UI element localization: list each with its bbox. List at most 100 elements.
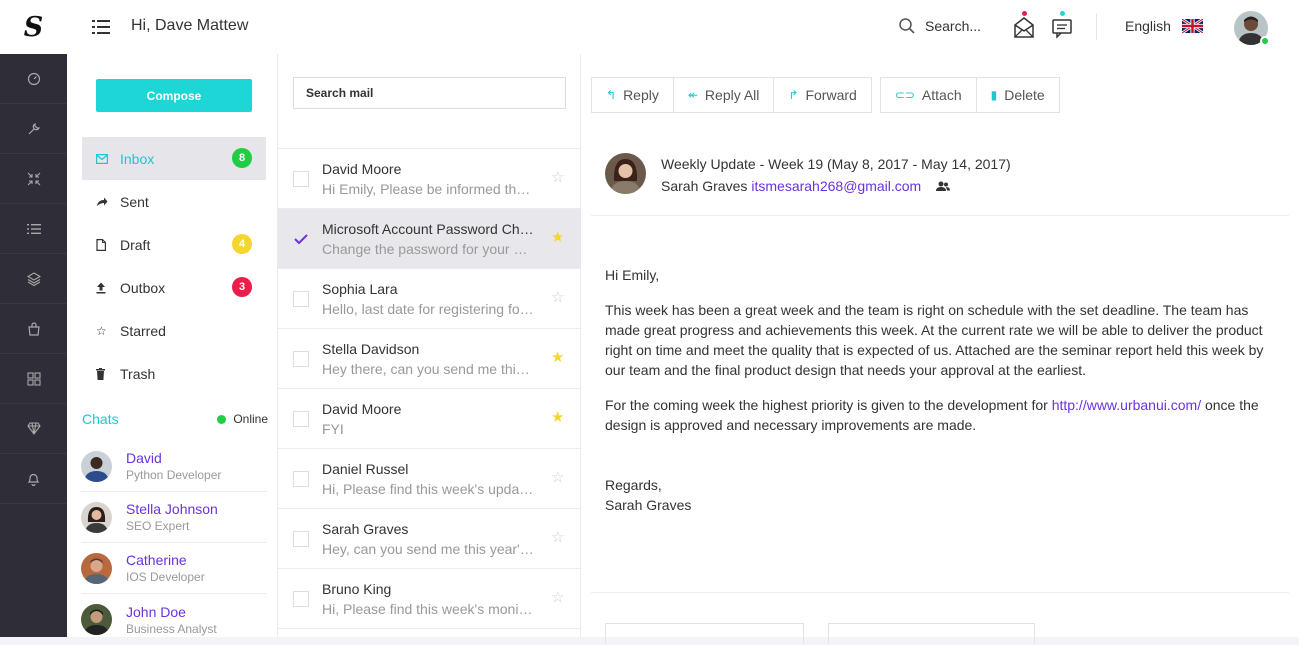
folder-starred[interactable]: ☆ Starred — [82, 309, 266, 352]
search-mail-input[interactable] — [293, 77, 566, 109]
message-preview: Hi, Please find this week's monitoring r… — [322, 601, 534, 617]
contacts-icon[interactable] — [935, 181, 951, 192]
grid-icon[interactable] — [0, 354, 67, 404]
bag-icon[interactable] — [0, 304, 67, 354]
star-filled-icon[interactable]: ★ — [551, 350, 564, 365]
header-search[interactable]: Search... — [898, 17, 981, 35]
forward-button[interactable]: ↱ Forward — [774, 78, 871, 112]
contact-avatar — [81, 552, 112, 584]
trash-icon — [96, 367, 108, 380]
message-row[interactable]: Stella Davidson Hey there, can you send m… — [278, 329, 581, 389]
layers-icon[interactable] — [0, 254, 67, 304]
message-row[interactable]: Daniel Russel Hi, Please find this week's… — [278, 449, 581, 509]
user-avatar[interactable] — [1234, 11, 1270, 46]
trash-icon: ▮ — [990, 88, 998, 102]
message-toolbar: ↰ Reply ↞ Reply All ↱ Forward ⊂⊃ Attach ▮ Del… — [591, 77, 1060, 113]
message-from: David Moore — [322, 161, 402, 177]
message-row[interactable]: David Moore Hi Emily, Please be informed … — [278, 149, 581, 209]
header-divider — [591, 215, 1289, 216]
greeting: Hi, Dave Mattew — [131, 17, 249, 34]
folder-draft[interactable]: Draft 4 — [82, 223, 266, 266]
folder-label: Starred — [120, 322, 166, 339]
message-row[interactable]: Microsoft Account Password Change Change … — [278, 209, 581, 269]
forward-icon: ↱ — [788, 88, 799, 102]
message-row[interactable]: Bruno King Hi, Please find this week's mo… — [278, 569, 581, 629]
chat-contact[interactable]: John Doe Business Analyst — [81, 594, 267, 645]
outbox-badge: 3 — [232, 277, 252, 297]
online-indicator — [1260, 36, 1270, 46]
message-row[interactable]: Sarah Graves Hey, can you send me this ye… — [278, 509, 581, 569]
menu-icon[interactable] — [91, 17, 111, 37]
folder-outbox[interactable]: Outbox 3 — [82, 266, 266, 309]
chats-title: Chats — [82, 411, 119, 427]
reply-group: ↰ Reply ↞ Reply All ↱ Forward — [591, 77, 872, 113]
body-paragraph: For the coming week the highest priority… — [605, 397, 1259, 433]
attach-button[interactable]: ⊂⊃ Attach — [880, 78, 977, 112]
attachment-card[interactable] — [605, 623, 804, 643]
star-icon[interactable]: ☆ — [551, 170, 564, 185]
checkbox[interactable] — [293, 171, 309, 187]
attachment-card[interactable] — [828, 623, 1035, 643]
checkbox[interactable] — [293, 471, 309, 487]
folder-sent[interactable]: Sent — [82, 180, 266, 223]
chats-header: Chats Online — [82, 411, 268, 427]
message-preview: Change the password for your Microsoft a… — [322, 241, 534, 257]
checkbox[interactable] — [293, 291, 309, 307]
delete-button[interactable]: ▮ Delete — [976, 78, 1059, 112]
unread-badge: 8 — [232, 148, 252, 168]
mail-notification-icon[interactable] — [1012, 11, 1036, 40]
sender-email-link[interactable]: itsmesarah268@gmail.com — [751, 178, 921, 194]
dashboard-icon[interactable] — [0, 54, 67, 104]
folder-label: Outbox — [120, 279, 166, 296]
reply-button[interactable]: ↰ Reply — [592, 78, 674, 112]
chat-contact[interactable]: Stella Johnson SEO Expert — [81, 492, 267, 543]
diamond-icon[interactable] — [0, 404, 67, 454]
wrench-icon[interactable] — [0, 104, 67, 154]
folder-label: Trash — [120, 365, 156, 382]
language-label: English — [1125, 18, 1171, 34]
message-preview: Hi, Please find this week's update repor… — [322, 481, 534, 497]
message-row[interactable]: David Moore FYI ★ — [278, 389, 581, 449]
star-icon[interactable]: ☆ — [551, 290, 564, 305]
folder-inbox[interactable]: Inbox 8 — [82, 137, 266, 180]
star-icon[interactable]: ☆ — [551, 590, 564, 605]
checkbox[interactable] — [293, 411, 309, 427]
action-group: ⊂⊃ Attach ▮ Delete — [879, 77, 1060, 113]
body-link[interactable]: http://www.urbanui.com/ — [1052, 397, 1201, 413]
top-bar: S Hi, Dave Mattew Search... English — [0, 0, 1299, 54]
sender-avatar — [605, 153, 646, 194]
folder-label: Inbox — [120, 150, 155, 167]
message-body: Hi Emily, This week has been a great wee… — [605, 265, 1277, 530]
checkbox-checked[interactable] — [293, 231, 309, 247]
collapse-icon[interactable] — [0, 154, 67, 204]
search-icon — [898, 17, 916, 35]
star-icon[interactable]: ☆ — [551, 470, 564, 485]
upload-icon — [96, 282, 108, 294]
side-nav — [0, 54, 67, 637]
message-row[interactable]: Sophia Lara Hello, last date for register… — [278, 269, 581, 329]
list-icon[interactable] — [0, 204, 67, 254]
star-icon[interactable]: ☆ — [551, 530, 564, 545]
chat-contact[interactable]: David Python Developer — [81, 441, 267, 492]
message-header: Weekly Update - Week 19 (May 8, 2017 - M… — [605, 153, 1275, 217]
chat-contact[interactable]: Catherine IOS Developer — [81, 543, 267, 594]
bell-icon[interactable] — [0, 454, 67, 504]
folder-trash[interactable]: Trash — [82, 352, 266, 395]
file-icon — [96, 238, 108, 251]
reply-all-button[interactable]: ↞ Reply All — [673, 78, 775, 112]
message-notification-icon[interactable] — [1050, 11, 1074, 40]
body-signature: Sarah Graves — [605, 497, 692, 513]
message-from: David Moore — [322, 401, 402, 417]
checkbox[interactable] — [293, 351, 309, 367]
message-subject: Weekly Update - Week 19 (May 8, 2017 - M… — [661, 156, 1011, 172]
logo[interactable]: S — [0, 0, 67, 54]
message-from: Bruno King — [322, 581, 392, 597]
paperclip-icon: ⊂⊃ — [894, 88, 915, 102]
checkbox[interactable] — [293, 531, 309, 547]
star-filled-icon[interactable]: ★ — [551, 230, 564, 245]
body-paragraph: This week has been a great week and the … — [605, 302, 1264, 378]
checkbox[interactable] — [293, 591, 309, 607]
star-filled-icon[interactable]: ★ — [551, 410, 564, 425]
language-selector[interactable]: English — [1125, 18, 1203, 34]
compose-button[interactable]: Compose — [96, 79, 252, 112]
